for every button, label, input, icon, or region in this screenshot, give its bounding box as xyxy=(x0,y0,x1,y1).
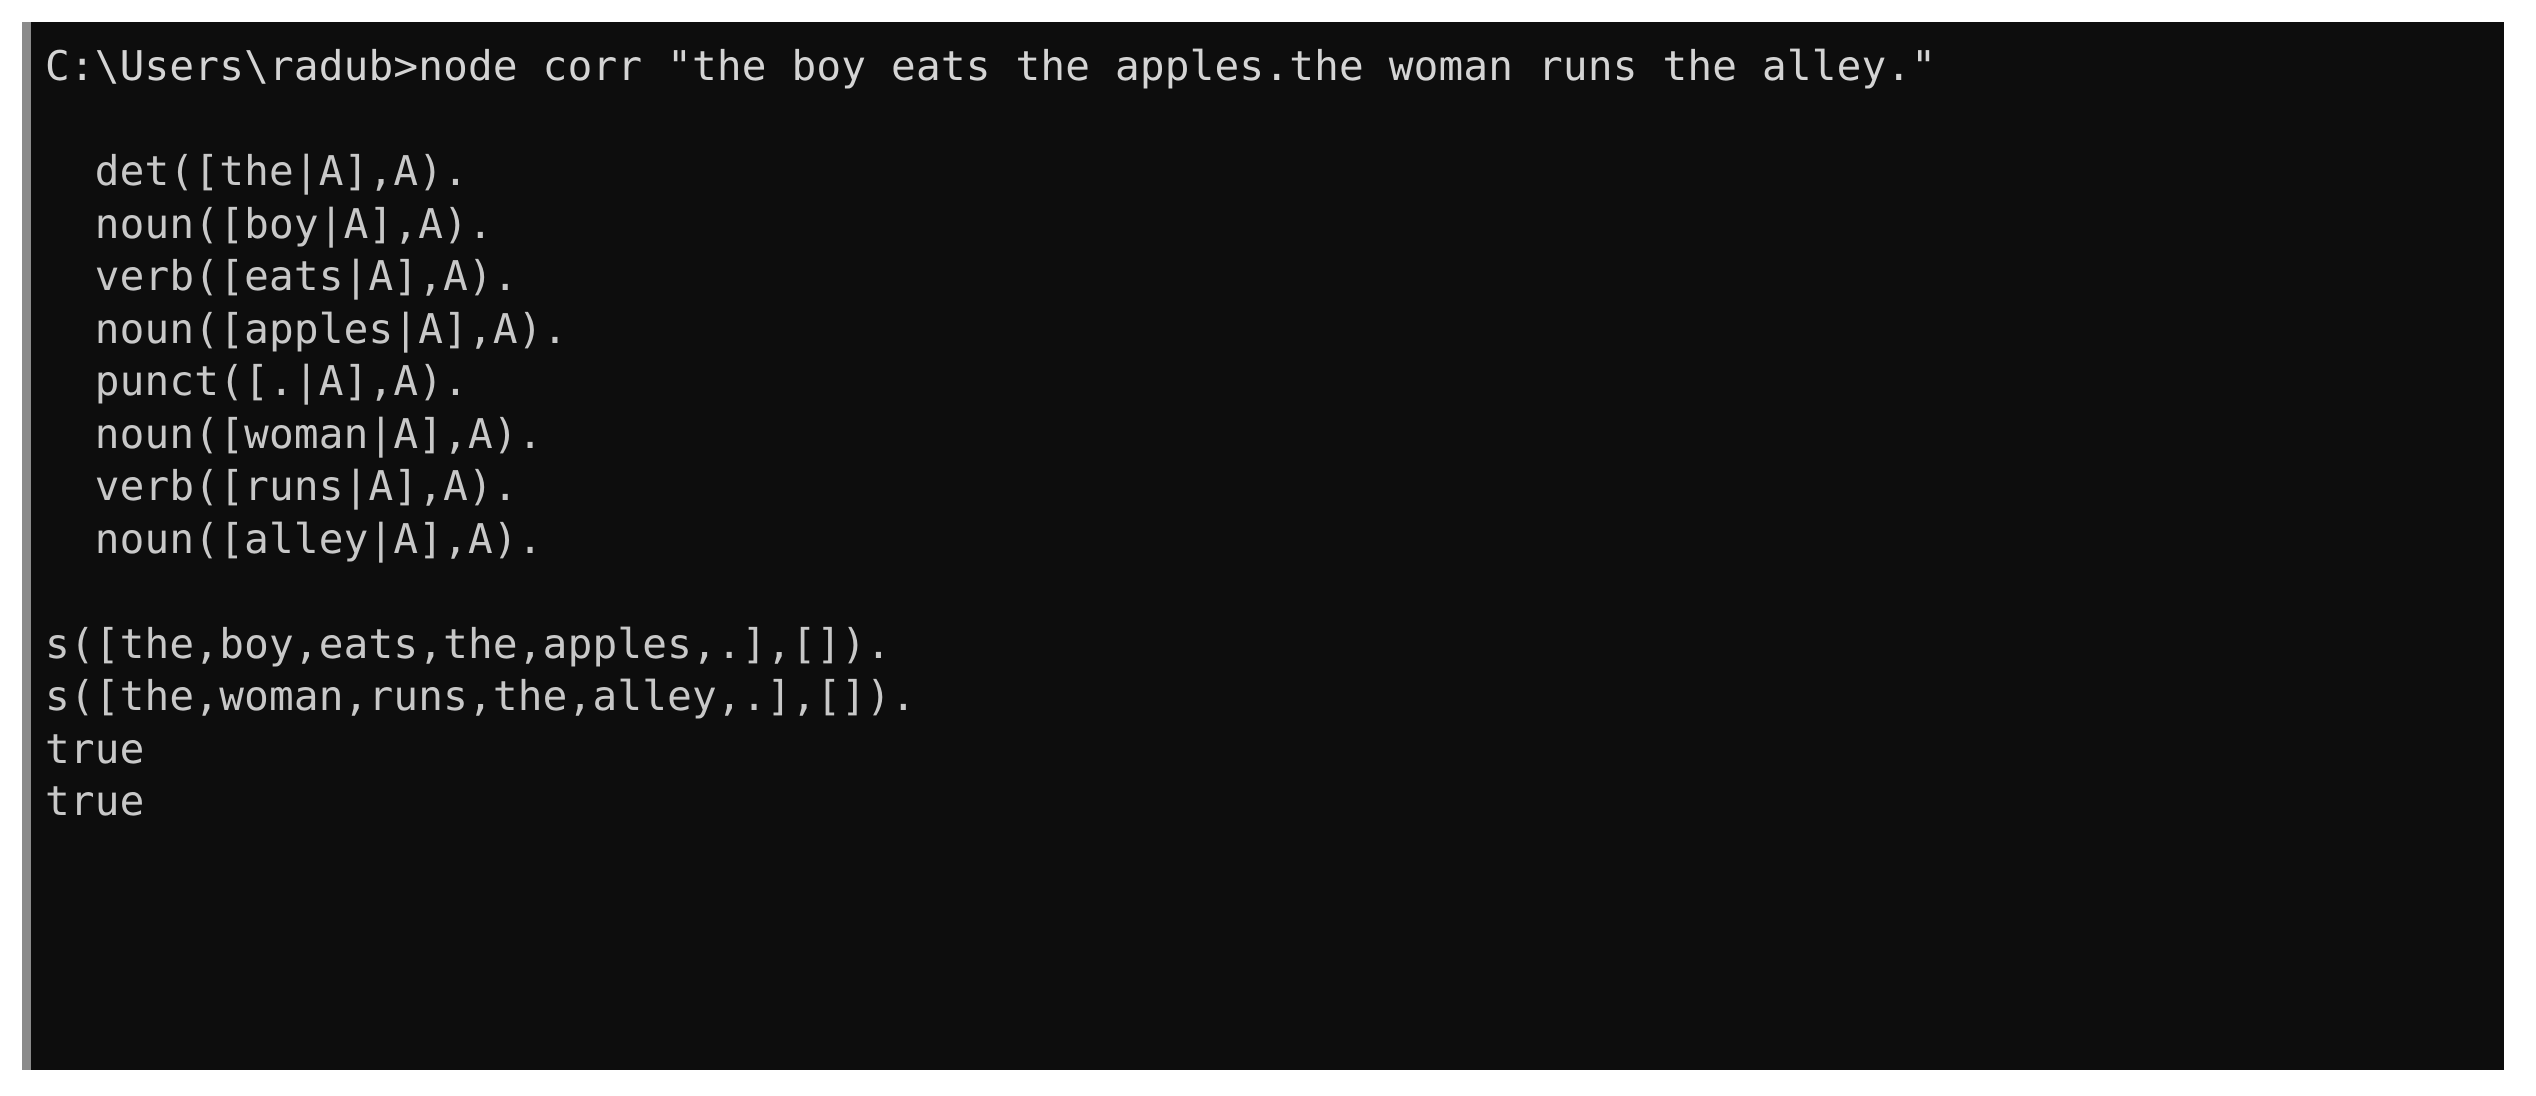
page-canvas: C:\Users\radub>node corr "the boy eats t… xyxy=(0,0,2536,1096)
output-line-verb-eats: verb([eats|A],A). xyxy=(45,252,518,300)
output-line-true-2: true xyxy=(45,777,145,825)
output-line-noun-boy: noun([boy|A],A). xyxy=(45,199,493,248)
output-line-noun-woman: noun([woman|A],A). xyxy=(45,409,543,458)
terminal-window[interactable]: C:\Users\radub>node corr "the boy eats t… xyxy=(22,22,2504,1070)
output-line-verb-runs: verb([runs|A],A). xyxy=(45,462,518,510)
output-line-true-1: true xyxy=(45,724,145,773)
output-line-sentence-2: s([the,woman,runs,the,alley,.],[]). xyxy=(45,672,916,720)
output-line-sentence-1: s([the,boy,eats,the,apples,.],[]). xyxy=(45,619,892,668)
command-prompt-line: C:\Users\radub>node corr "the boy eats t… xyxy=(45,42,1937,90)
output-line-noun-apples: noun([apples|A],A). xyxy=(45,304,568,353)
terminal-screen[interactable]: C:\Users\radub>node corr "the boy eats t… xyxy=(31,22,2504,1070)
output-line-noun-alley: noun([alley|A],A). xyxy=(45,514,543,563)
output-line-punct-dot: punct([.|A],A). xyxy=(45,357,469,405)
output-line-det-the: det([the|A],A). xyxy=(45,147,469,195)
